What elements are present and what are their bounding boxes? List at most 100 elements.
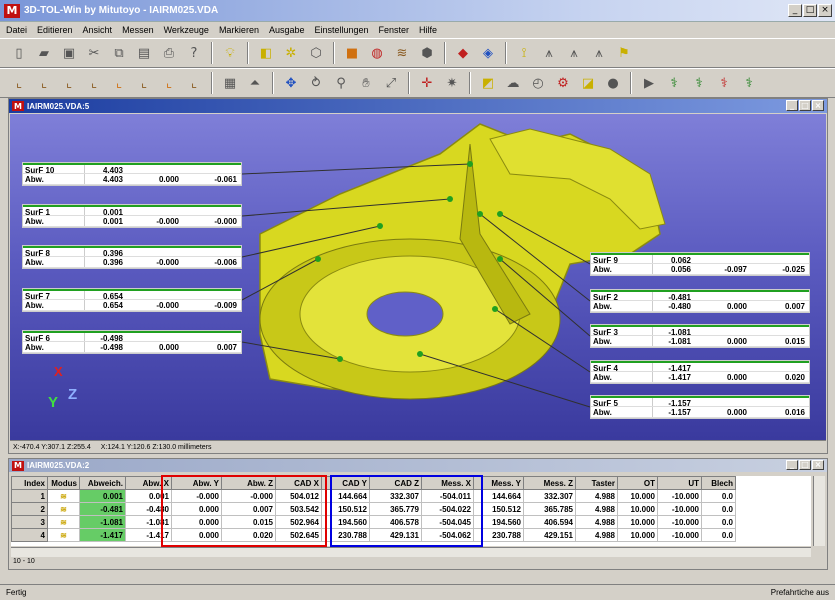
measure-point-icon[interactable]: ⌞: [8, 72, 30, 94]
measure-cylinder-icon[interactable]: ⌞: [108, 72, 130, 94]
surface-compare-icon[interactable]: ◩: [477, 72, 499, 94]
fill-icon[interactable]: ◪: [577, 72, 599, 94]
probe-icon[interactable]: ⟟: [513, 42, 535, 64]
fit-icon[interactable]: ⤢: [380, 72, 402, 94]
menu-werkzeuge[interactable]: Werkzeuge: [164, 25, 209, 35]
3d-viewport[interactable]: SurF 10 4.403 Abw. 4.403 0.000 -0.061 SurF 1…: [10, 114, 826, 440]
results-grid[interactable]: Index Modus Abweich. Abw. X Abw. Y Abw. …: [11, 476, 811, 546]
view-close-button[interactable]: ×: [812, 100, 824, 111]
menu-hilfe[interactable]: Hilfe: [419, 25, 437, 35]
menu-ansicht[interactable]: Ansicht: [83, 25, 113, 35]
open-icon[interactable]: ▰: [33, 42, 55, 64]
table-close-button[interactable]: ×: [812, 460, 824, 470]
table-row[interactable]: 4 ≋ -1.417 -1.417 0.000 0.020 502.645 23…: [11, 528, 736, 542]
close-button[interactable]: ×: [818, 4, 832, 17]
label-surf-6[interactable]: SurF 6 -0.498 Abw. -0.498 0.000 0.007: [22, 330, 242, 354]
col-header-abw-z[interactable]: Abw. Z: [221, 476, 276, 490]
col-header-abw-x[interactable]: Abw. X: [125, 476, 172, 490]
col-header-modus[interactable]: Modus: [47, 476, 80, 490]
run-icon[interactable]: ⚕: [663, 72, 685, 94]
menu-datei[interactable]: Datei: [6, 25, 27, 35]
gear-icon[interactable]: ⚙: [552, 72, 574, 94]
run-next-icon[interactable]: ⚕: [738, 72, 760, 94]
save-icon[interactable]: ▣: [58, 42, 80, 64]
zoom-icon[interactable]: ⚲: [330, 72, 352, 94]
lightbulb-icon[interactable]: 💡︎: [219, 42, 241, 64]
measure-slot-icon[interactable]: ⌞: [183, 72, 205, 94]
hidden-icon[interactable]: ⬡: [305, 42, 327, 64]
label-surf-1[interactable]: SurF 1 0.001 Abw. 0.001 -0.000 -0.000: [22, 204, 242, 228]
label-surf-9[interactable]: SurF 9 0.062 Abw. 0.056 -0.097 -0.025: [590, 252, 810, 276]
col-header-ot[interactable]: OT: [617, 476, 658, 490]
table-row[interactable]: 1 ≋ 0.001 0.001 -0.000 -0.000 504.012 14…: [11, 489, 736, 503]
label-surf-7[interactable]: SurF 7 0.654 Abw. 0.654 -0.000 -0.009: [22, 288, 242, 312]
col-header-cad-z[interactable]: CAD Z: [369, 476, 422, 490]
label-surf-5[interactable]: SurF 5 -1.157 Abw. -1.157 0.000 0.016: [590, 395, 810, 419]
menu-editieren[interactable]: Editieren: [37, 25, 73, 35]
help-icon[interactable]: ?: [183, 42, 205, 64]
table-row[interactable]: 3 ≋ -1.081 -1.081 0.000 0.015 502.964 19…: [11, 515, 736, 529]
label-surf-2[interactable]: SurF 2 -0.481 Abw. -0.480 0.000 0.007: [590, 289, 810, 313]
menu-fenster[interactable]: Fenster: [379, 25, 410, 35]
plane-icon[interactable]: ⏶: [244, 72, 266, 94]
col-header-mess-y[interactable]: Mess. Y: [473, 476, 524, 490]
col-header-ut[interactable]: UT: [657, 476, 702, 490]
print-icon[interactable]: ⎙: [158, 42, 180, 64]
run-all-icon[interactable]: ⚕: [688, 72, 710, 94]
menu-markieren[interactable]: Markieren: [219, 25, 259, 35]
col-header-abweich[interactable]: Abweich.: [79, 476, 126, 490]
probe-icon[interactable]: ⩚: [588, 42, 610, 64]
new-icon[interactable]: ▯: [8, 42, 30, 64]
minimize-button[interactable]: _: [788, 4, 802, 17]
move-icon[interactable]: ✥: [280, 72, 302, 94]
box-icon[interactable]: ⬢: [416, 42, 438, 64]
col-header-index[interactable]: Index: [11, 476, 48, 490]
table-maximize-button[interactable]: □: [799, 460, 811, 470]
flag-icon[interactable]: ⚑: [613, 42, 635, 64]
table-vertical-scrollbar[interactable]: [813, 476, 825, 546]
view-maximize-button[interactable]: □: [799, 100, 811, 111]
measure-circle-icon[interactable]: ⌞: [83, 72, 105, 94]
measure-cone-icon[interactable]: ⌞: [133, 72, 155, 94]
col-header-abw-y[interactable]: Abw. Y: [171, 476, 222, 490]
measure-line-icon[interactable]: ⌞: [33, 72, 55, 94]
menu-messen[interactable]: Messen: [122, 25, 154, 35]
target-icon[interactable]: ✛: [416, 72, 438, 94]
label-surf-10[interactable]: SurF 10 4.403 Abw. 4.403 0.000 -0.061: [22, 162, 242, 186]
cloud-icon[interactable]: ☁: [502, 72, 524, 94]
measure-sphere-icon[interactable]: ⌞: [158, 72, 180, 94]
label-surf-3[interactable]: SurF 3 -1.081 Abw. -1.081 0.000 0.015: [590, 324, 810, 348]
info-icon[interactable]: ●: [602, 72, 624, 94]
col-header-mess-z[interactable]: Mess. Z: [523, 476, 576, 490]
color-cube-icon[interactable]: ◆: [452, 42, 474, 64]
shade-icon[interactable]: ◧: [255, 42, 277, 64]
play-icon[interactable]: ▶: [638, 72, 660, 94]
table-horizontal-scrollbar[interactable]: [11, 547, 811, 557]
solid-icon[interactable]: ■: [341, 42, 363, 64]
paste-icon[interactable]: ▤: [133, 42, 155, 64]
col-header-cad-x[interactable]: CAD X: [275, 476, 322, 490]
clock-icon[interactable]: ◴: [527, 72, 549, 94]
view-minimize-button[interactable]: _: [786, 100, 798, 111]
menu-einstellungen[interactable]: Einstellungen: [314, 25, 368, 35]
rotate-icon[interactable]: ⥁: [305, 72, 327, 94]
spark-icon[interactable]: ✷: [441, 72, 463, 94]
col-header-mess-x[interactable]: Mess. X: [421, 476, 474, 490]
menu-ausgabe[interactable]: Ausgabe: [269, 25, 305, 35]
sphere-icon[interactable]: ◍: [366, 42, 388, 64]
stop-run-icon[interactable]: ⚕: [713, 72, 735, 94]
measure-plane-icon[interactable]: ⌞: [58, 72, 80, 94]
probe-icon[interactable]: ⩚: [563, 42, 585, 64]
copy-icon[interactable]: ⧉: [108, 42, 130, 64]
surface-icon[interactable]: ≋: [391, 42, 413, 64]
col-header-blech[interactable]: Blech: [701, 476, 736, 490]
col-header-cad-y[interactable]: CAD Y: [321, 476, 370, 490]
col-header-taster[interactable]: Taster: [575, 476, 618, 490]
label-surf-4[interactable]: SurF 4 -1.417 Abw. -1.417 0.000 0.020: [590, 360, 810, 384]
probe-icon[interactable]: ⩚: [538, 42, 560, 64]
wire-icon[interactable]: ✲: [280, 42, 302, 64]
pan-icon[interactable]: ✋︎: [355, 72, 377, 94]
grid-icon[interactable]: ▦: [219, 72, 241, 94]
maximize-button[interactable]: □: [803, 4, 817, 17]
table-row[interactable]: 2 ≋ -0.481 -0.480 0.000 0.007 503.542 15…: [11, 502, 736, 516]
